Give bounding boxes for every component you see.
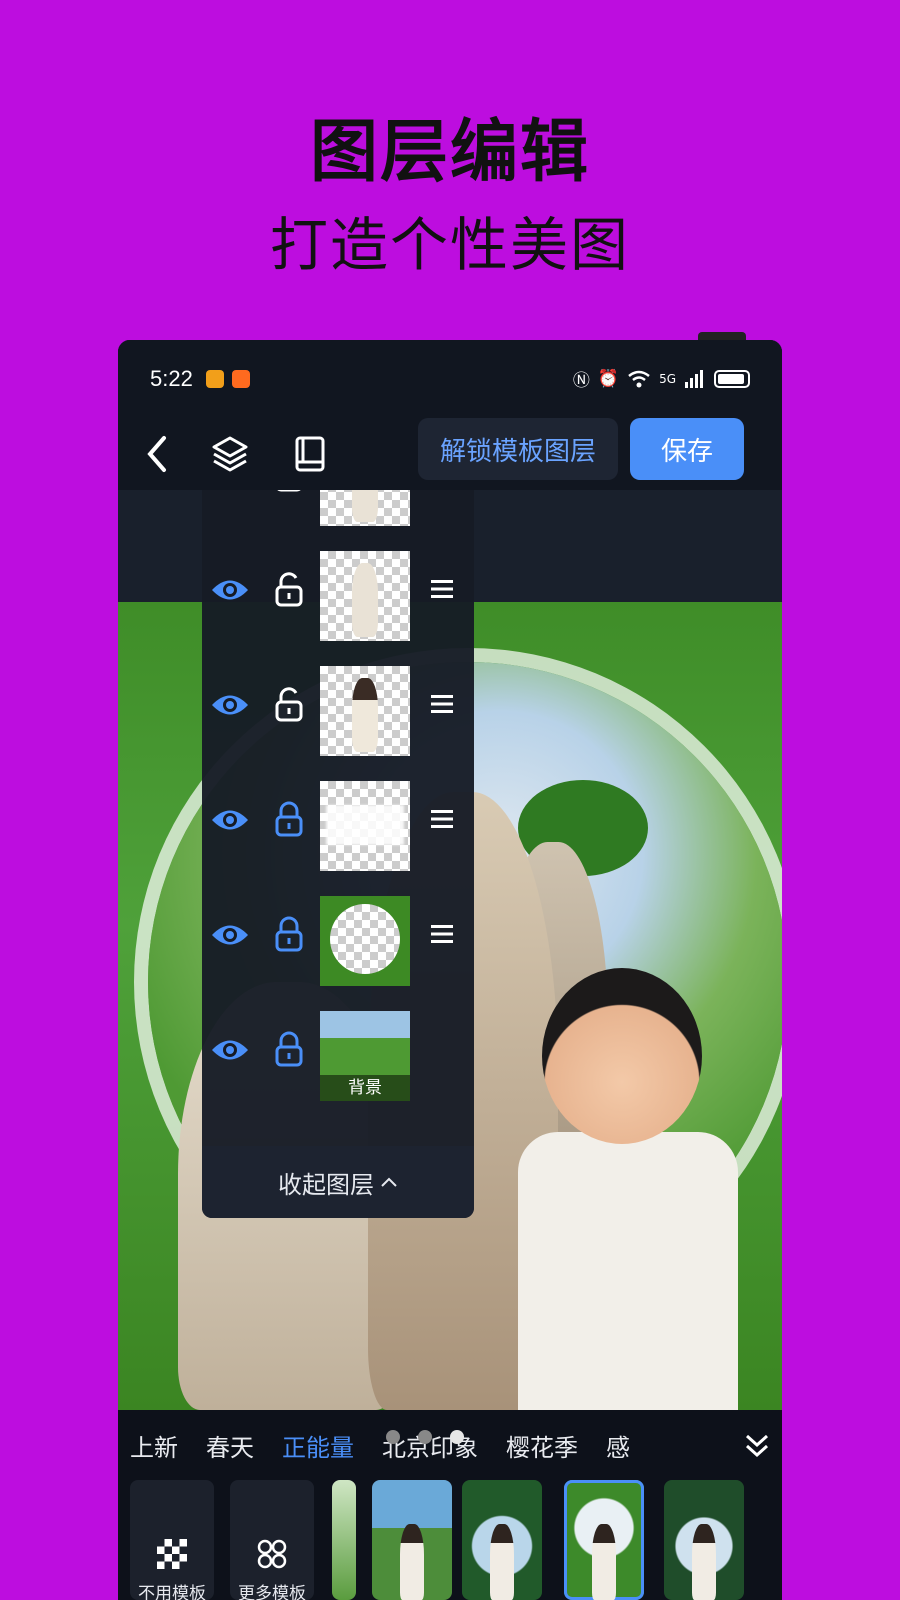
layer-frame-art xyxy=(320,896,410,986)
layer-row[interactable] xyxy=(202,490,474,537)
category-tab[interactable]: 上新 xyxy=(118,1428,192,1463)
layer-thumbnail[interactable] xyxy=(320,896,410,986)
layer-row[interactable] xyxy=(202,767,474,882)
eye-icon[interactable] xyxy=(210,575,250,605)
status-bar: 5:22 Ⓝ ⏰ 5G xyxy=(118,340,782,420)
save-button[interactable]: 保存 xyxy=(630,418,744,480)
status-time: 5:22 xyxy=(150,366,193,391)
page-dot xyxy=(418,1430,432,1444)
lock-icon[interactable] xyxy=(272,1031,306,1067)
template-thumbnail[interactable] xyxy=(372,1480,452,1600)
template-figure xyxy=(692,1524,716,1600)
wifi-icon xyxy=(628,370,650,387)
collapse-layers-button[interactable]: 收起图层 xyxy=(202,1146,474,1218)
template-thumbnail[interactable] xyxy=(462,1480,542,1600)
layer-row[interactable] xyxy=(202,652,474,767)
signal-icon xyxy=(685,369,703,388)
category-tab[interactable]: 正能量 xyxy=(268,1428,368,1463)
promo-subline: 打造个性美图 xyxy=(269,211,630,279)
eye-icon[interactable] xyxy=(210,1035,250,1065)
category-tab[interactable]: 樱花季 xyxy=(492,1428,592,1463)
collapse-layers-label: 收起图层 xyxy=(278,1170,374,1199)
layer-list: 背景 xyxy=(202,490,474,1112)
network-label: 5G xyxy=(659,371,676,386)
page-dots xyxy=(386,1430,464,1444)
layer-figure xyxy=(352,563,378,637)
template-figure xyxy=(490,1524,514,1600)
layer-row[interactable]: 背景 xyxy=(202,997,474,1112)
template-thumbnail[interactable] xyxy=(332,1480,356,1600)
category-tab[interactable]: 春天 xyxy=(192,1428,268,1463)
lock-icon[interactable] xyxy=(272,916,306,952)
weibo-app-icon xyxy=(206,370,224,388)
eye-icon[interactable] xyxy=(210,920,250,950)
category-tab[interactable]: 感 xyxy=(592,1428,644,1463)
back-icon[interactable] xyxy=(134,430,182,478)
book-icon[interactable] xyxy=(286,430,334,478)
layers-icon[interactable] xyxy=(206,430,254,478)
no-template-button[interactable]: 不用模板 xyxy=(130,1480,214,1600)
video-app-icon xyxy=(232,370,250,388)
layer-thumbnail[interactable] xyxy=(320,781,410,871)
template-thumbnail[interactable] xyxy=(664,1480,744,1600)
unlock-icon[interactable] xyxy=(272,686,306,722)
status-icons: Ⓝ ⏰ 5G xyxy=(573,366,750,391)
template-row: 不用模板 更多模板 xyxy=(118,1480,782,1600)
unlock-template-layers-button[interactable]: 解锁模板图层 xyxy=(418,418,618,480)
layer-text-art xyxy=(326,805,404,845)
unlock-icon[interactable] xyxy=(272,571,306,607)
eye-icon[interactable] xyxy=(210,690,250,720)
alarm-icon: ⏰ xyxy=(597,368,620,389)
no-template-label: 不用模板 xyxy=(138,1584,206,1600)
category-tabs: 上新 春天 正能量 北京印象 樱花季感 xyxy=(118,1410,738,1480)
drag-handle-icon[interactable] xyxy=(430,692,454,716)
unlock-icon[interactable] xyxy=(272,490,306,492)
layer-thumbnail[interactable] xyxy=(320,490,410,526)
eye-icon[interactable] xyxy=(210,805,250,835)
chevron-up-icon xyxy=(381,1177,397,1187)
template-figure xyxy=(400,1524,424,1600)
grid-knot-icon xyxy=(257,1539,287,1569)
background-label: 背景 xyxy=(320,1075,410,1101)
promo-headline: 图层编辑 xyxy=(309,113,590,192)
layer-row[interactable] xyxy=(202,882,474,997)
template-figure xyxy=(592,1524,616,1600)
editing-canvas[interactable]: 背景 收起图层 xyxy=(118,490,782,1410)
expand-categories-icon[interactable] xyxy=(740,1428,774,1462)
drag-handle-icon[interactable] xyxy=(430,807,454,831)
layer-row[interactable] xyxy=(202,537,474,652)
template-drawer: 上新 春天 正能量 北京印象 樱花季感 不用模板 更多模板 xyxy=(118,1410,782,1600)
template-thumbnail-selected[interactable] xyxy=(564,1480,644,1600)
page-dot xyxy=(386,1430,400,1444)
layer-panel: 背景 收起图层 xyxy=(202,490,474,1218)
layer-figure xyxy=(352,490,378,522)
nfc-icon: Ⓝ xyxy=(572,371,590,391)
more-templates-label: 更多模板 xyxy=(238,1584,306,1600)
layer-thumbnail[interactable] xyxy=(320,551,410,641)
more-templates-button[interactable]: 更多模板 xyxy=(230,1480,314,1600)
drag-handle-icon[interactable] xyxy=(430,922,454,946)
battery-icon xyxy=(714,369,750,388)
child-body-shape xyxy=(518,1132,738,1410)
page-dot xyxy=(450,1430,464,1444)
layer-figure xyxy=(352,678,378,752)
checkerboard-icon xyxy=(157,1539,187,1569)
phone-frame: 5:22 Ⓝ ⏰ 5G 解锁模板图层 保存 背景 收起图层 上新 春天 正能量 … xyxy=(118,340,782,1600)
lock-icon[interactable] xyxy=(272,801,306,837)
drag-handle-icon[interactable] xyxy=(430,577,454,601)
layer-thumbnail[interactable]: 背景 xyxy=(320,1011,410,1101)
layer-thumbnail[interactable] xyxy=(320,666,410,756)
child-head-shape xyxy=(542,968,702,1144)
